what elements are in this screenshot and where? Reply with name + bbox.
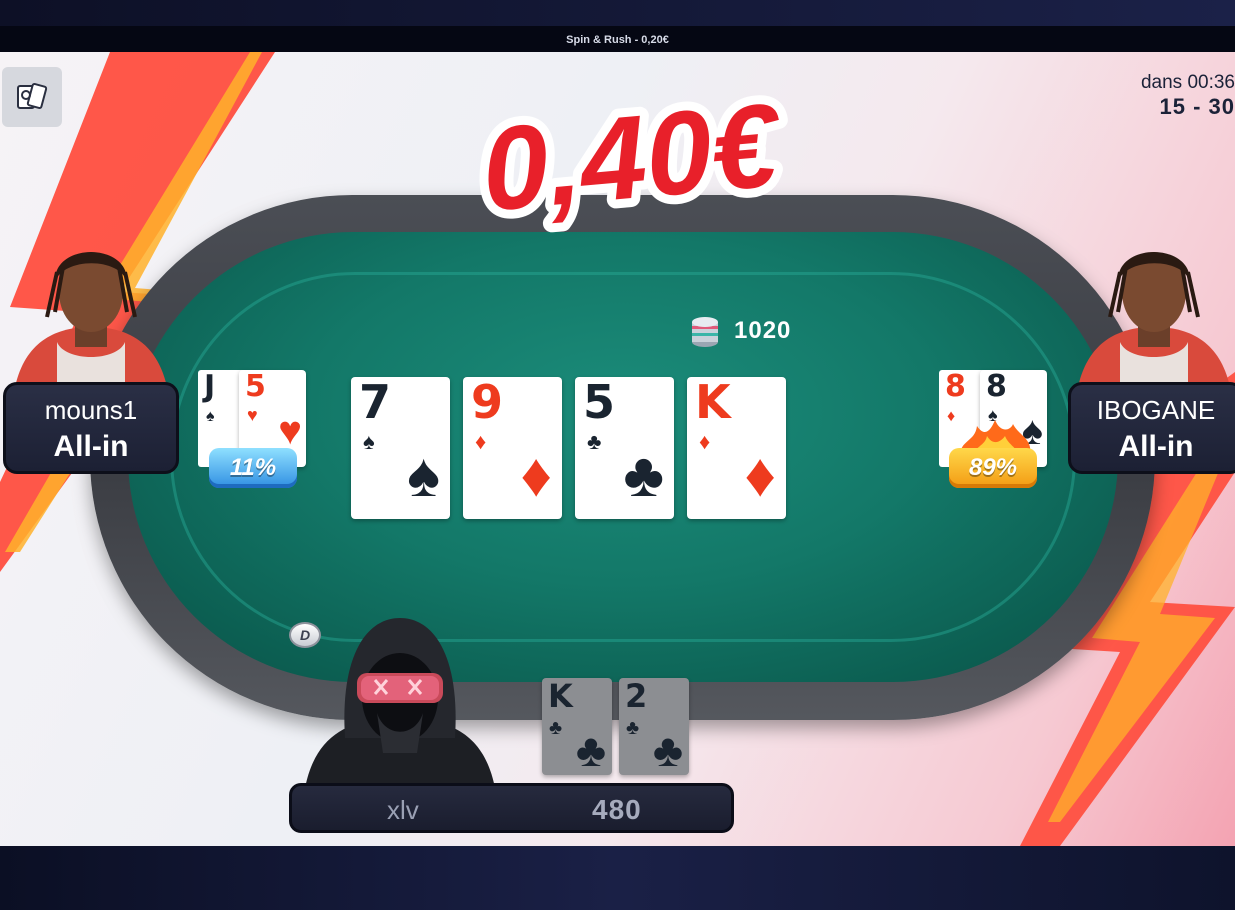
left-player-status: All-in [53, 430, 129, 463]
window-title: Spin & Rush - 0,20€ [0, 26, 1235, 52]
pot-amount: 1020 [734, 317, 792, 344]
left-player-avatar [15, 252, 167, 387]
right-player-avatar [1078, 252, 1230, 387]
right-player-name: IBOGANE [1096, 395, 1216, 425]
left-player-nameplate: mouns1 All-in [3, 382, 179, 474]
poker-client: Spin & Rush - 0,20€ 0,40€ 0,40€ dans 00:… [0, 0, 1235, 910]
right-player-nameplate: IBOGANE All-in [1068, 382, 1235, 474]
bottom-bar [0, 846, 1235, 910]
hero-card-1: K ♣ ♣ [542, 678, 612, 775]
blind-level: 15 - 30 [1159, 94, 1235, 119]
blind-timer: dans 00:36 [1140, 72, 1235, 93]
chip-stack-icon [692, 317, 718, 347]
hero-avatar [305, 618, 495, 788]
hero-card-2: 2 ♣ ♣ [619, 678, 689, 775]
hero-stack: 480 [592, 794, 642, 825]
hero-name: xlv [387, 795, 419, 825]
blind-info: dans 00:36 15 - 30 [1141, 72, 1235, 120]
board-card-2: 9 ♦ ♦ [463, 377, 562, 519]
right-player-equity: 89% [949, 448, 1037, 488]
board-card-1: 7 ♠ ♠ [351, 377, 450, 519]
pot: 1020 [690, 314, 791, 348]
hand-history-button[interactable] [2, 67, 62, 127]
board-card-4: K ♦ ♦ [687, 377, 786, 519]
left-player-equity: 11% [209, 448, 297, 488]
left-player-name: mouns1 [44, 395, 138, 425]
top-bar [0, 0, 1235, 26]
hero-nameplate: xlv 480 [289, 783, 734, 833]
hand-history-icon [17, 83, 48, 109]
prize-amount: 0,40€ [477, 86, 787, 236]
right-player-status: All-in [1118, 430, 1194, 463]
prize-pool: 0,40€ 0,40€ [470, 86, 790, 236]
board-card-3: 5 ♣ ♣ [575, 377, 674, 519]
